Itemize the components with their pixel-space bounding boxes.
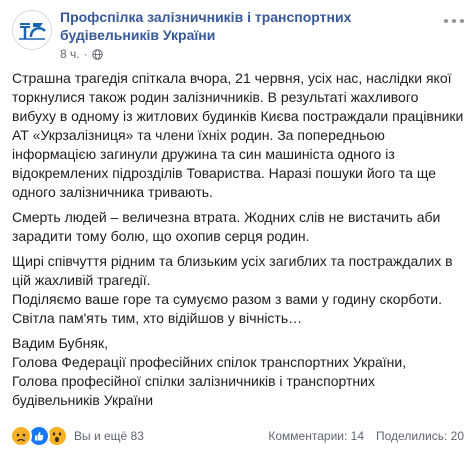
post-paragraph: Страшна трагедія спіткала вчора, 21 черв… (12, 70, 464, 200)
reactions-summary[interactable]: Вы и ещё 83 (10, 425, 144, 447)
post-footer: Вы и ещё 83 Комментарии: 14 Поделились: … (10, 424, 464, 448)
union-logo-icon (13, 11, 51, 49)
engagement-stats: Комментарии: 14 Поделились: 20 (268, 429, 464, 443)
post-meta: 8 ч. · (60, 47, 103, 61)
signature-name: Вадим Бубняк, (12, 335, 109, 351)
reactions-count[interactable]: Вы и ещё 83 (74, 429, 144, 443)
shares-count-link[interactable]: Поделились: 20 (376, 429, 464, 443)
post-paragraph: Щирі співчуття рідним та близьким усіх з… (12, 253, 453, 288)
post-time[interactable]: 8 ч. (60, 47, 80, 61)
more-options-icon[interactable] (444, 14, 464, 28)
post-paragraph: Світла пам'ять тим, хто відійшов у вічні… (12, 310, 303, 326)
sad-reaction-icon (10, 425, 32, 447)
post-paragraph: Поділяємо ваше горе та сумуємо разом з в… (12, 291, 442, 307)
facebook-post: Профспілка залізничників і транспортних … (0, 0, 474, 454)
globe-icon[interactable] (91, 48, 103, 60)
comments-count-link[interactable]: Комментарии: 14 (268, 429, 364, 443)
signature-title: Голова Федерації професійних спілок тран… (12, 354, 407, 370)
post-body: Страшна трагедія спіткала вчора, 21 черв… (12, 69, 464, 410)
page-avatar[interactable] (12, 10, 52, 50)
meta-separator: · (83, 47, 88, 61)
signature-title: Голова професійної спілки залізничників … (12, 373, 375, 408)
post-header: Профспілка залізничників і транспортних … (12, 8, 464, 64)
page-name-link[interactable]: Профспілка залізничників і транспортних … (60, 8, 430, 44)
post-paragraph: Смерть людей – величезна втрата. Жодних … (12, 209, 441, 244)
